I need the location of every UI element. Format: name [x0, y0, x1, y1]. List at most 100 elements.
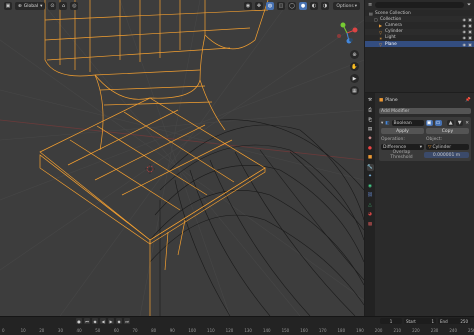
prev-keyframe-icon[interactable]: ◆ [92, 318, 98, 324]
shading-rendered-icon[interactable]: ◑ [321, 2, 329, 10]
outliner-item-label: Plane [385, 41, 397, 47]
shading-material-icon[interactable]: ◐ [310, 2, 318, 10]
frame-tick-label: 170 [318, 328, 327, 333]
current-frame-field[interactable]: 1 [380, 318, 402, 324]
render-camera-icon[interactable]: ▣ [468, 29, 472, 34]
end-frame-field[interactable]: End 250 [438, 318, 470, 324]
frame-tick-label: 30 [57, 328, 63, 333]
jump-start-icon[interactable]: ⏮ [84, 318, 90, 324]
visibility-eye-icon[interactable]: ◉ [463, 42, 467, 47]
add-modifier-dropdown[interactable]: Add Modifier [379, 107, 471, 115]
visibility-eye-icon[interactable]: ◉ [463, 23, 467, 28]
visibility-icon[interactable]: ◉ [244, 2, 252, 10]
collapse-arrow-icon[interactable]: ▾ [381, 121, 383, 126]
move-down-icon[interactable]: ▼ [456, 120, 464, 126]
data-tab-icon[interactable]: △ [367, 202, 374, 209]
shading-solid-icon[interactable]: ● [299, 2, 307, 10]
tool-tab-icon[interactable]: ⚒ [367, 97, 374, 104]
frame-ruler[interactable]: 0 10 20 30 40 50 60 70 80 90 100 110 120 130 140 150 160… [0, 326, 474, 335]
viewport-scene[interactable] [0, 0, 364, 316]
outliner-display-mode-icon[interactable]: ≡ [368, 2, 372, 8]
pin-icon[interactable]: 📌 [465, 98, 471, 103]
add-modifier-label: Add Modifier [381, 108, 410, 114]
overlap-value: 0.000001 m [432, 152, 461, 158]
shading-wireframe-icon[interactable]: ◯ [288, 2, 296, 10]
chevron-down-icon: ▾ [354, 3, 357, 9]
proportional-edit-icon[interactable]: ◎ [70, 2, 79, 10]
object-mode-icon[interactable]: ▣ [4, 2, 12, 10]
visibility-eye-icon[interactable]: ◉ [463, 29, 467, 34]
mesh-icon: ▽ [379, 42, 383, 48]
render-camera-icon[interactable]: ▣ [468, 17, 472, 22]
apply-button[interactable]: Apply [381, 127, 424, 135]
record-icon[interactable]: ● [76, 318, 82, 324]
play-icon[interactable]: ▶ [108, 318, 114, 324]
navigation-gizmo[interactable] [336, 22, 358, 44]
physics-tab-icon[interactable]: ◉ [367, 183, 374, 190]
object-field[interactable]: ▽ Cylinder [426, 143, 469, 151]
overlap-threshold-field[interactable]: 0.000001 m [424, 151, 469, 159]
object-tab-icon[interactable]: ■ [367, 154, 374, 161]
zoom-icon[interactable]: ⊕ [350, 50, 359, 59]
material-tab-icon[interactable]: ◕ [367, 211, 374, 218]
modifier-header: ▾ ◧ Boolean ▣ ▭ ▲ ▼ ✕ [381, 119, 469, 127]
transform-orientation-dropdown[interactable]: ⊕ Global ▾ [15, 2, 46, 10]
modifier-tab-icon[interactable]: 🔧 [366, 163, 374, 171]
frame-tick-label: 40 [76, 328, 82, 333]
ortho-grid-icon[interactable]: ▦ [350, 86, 359, 95]
object-icon: ■ [379, 97, 384, 103]
modifier-name: Boolean [393, 120, 412, 126]
overlays-icon[interactable]: ◍ [266, 2, 274, 10]
render-tab-icon[interactable]: ⎙ [367, 107, 374, 114]
render-camera-icon[interactable]: ▣ [468, 42, 472, 47]
pan-hand-icon[interactable]: ✋ [350, 62, 359, 71]
outliner-item[interactable]: ▽ Plane ◉ ▣ [365, 40, 474, 48]
xray-icon[interactable]: ◫ [277, 2, 285, 10]
visibility-eye-icon[interactable]: ◉ [463, 35, 467, 40]
output-tab-icon[interactable]: ⎗ [367, 116, 374, 123]
close-icon[interactable]: ✕ [465, 121, 469, 126]
visibility-eye-icon[interactable]: ◉ [463, 17, 467, 22]
move-up-icon[interactable]: ▲ [447, 120, 455, 126]
outliner-tree: ▤ Scene Collection ▢ Collection ◉ ▣ ▶ Camera ◉ ▣ ▽… [365, 10, 474, 48]
object-name-label: Plane [385, 97, 398, 103]
3d-cursor-icon[interactable] [145, 164, 155, 174]
filter-icon[interactable]: ⏷ [467, 2, 471, 8]
render-camera-icon[interactable]: ▣ [468, 23, 472, 28]
next-keyframe-icon[interactable]: ◆ [116, 318, 122, 324]
snap-icon[interactable]: ⌂ [59, 2, 68, 10]
collection-icon: ▢ [374, 17, 378, 23]
start-label: Start [406, 318, 416, 324]
3d-viewport[interactable]: ▣ ⊕ Global ▾ ⊙ ⌂ ◎ ◉ ✥ ◍ ◫ ◯ ● ◐ ◑ Optio… [0, 0, 364, 316]
show-in-editmode-icon[interactable]: ▣ [425, 120, 433, 126]
orientation-icon: ⊕ [18, 3, 22, 9]
texture-tab-icon[interactable]: ▩ [367, 221, 374, 228]
outliner-search-input[interactable] [375, 2, 464, 8]
start-frame-field[interactable]: Start 1 [404, 318, 436, 324]
gizmo-toggle-icon[interactable]: ✥ [255, 2, 263, 10]
options-dropdown[interactable]: Options ▾ [333, 2, 360, 10]
frame-tick-label: 90 [169, 328, 175, 333]
add-modifier-row: Add Modifier [379, 107, 471, 115]
world-tab-icon[interactable]: ● [367, 145, 374, 152]
particles-tab-icon[interactable]: ✦ [367, 173, 374, 180]
modifier-properties: ■ Plane 📌 Add Modifier ▾ ◧ Boolean ▣ ▭ ▲… [376, 93, 474, 316]
play-reverse-icon[interactable]: ◀ [100, 318, 106, 324]
modifier-name-field[interactable]: Boolean [391, 119, 424, 127]
jump-end-icon[interactable]: ⏭ [124, 318, 130, 324]
copy-button[interactable]: Copy [426, 127, 469, 135]
properties-tabs: ⚒ ⎙ ⎗ ▤ ◆ ● ■ 🔧 ✦ ◉ ⛓ △ ◕ ▩ [365, 93, 375, 317]
constraints-tab-icon[interactable]: ⛓ [367, 192, 374, 199]
frame-tick-label: 130 [244, 328, 252, 333]
scene-tab-icon[interactable]: ◆ [367, 135, 374, 142]
frame-tick-label: 140 [262, 328, 271, 333]
end-label: End [440, 318, 448, 324]
frame-tick-label: 190 [356, 328, 364, 333]
plane-mesh[interactable] [39, 0, 269, 316]
render-camera-icon[interactable]: ▣ [468, 35, 472, 40]
show-viewport-icon[interactable]: ▭ [434, 120, 442, 126]
pivot-icon[interactable]: ⊙ [48, 2, 57, 10]
frame-tick-label: 100 [188, 328, 197, 333]
view-layer-tab-icon[interactable]: ▤ [367, 126, 374, 133]
camera-view-icon[interactable]: ▶ [350, 74, 359, 83]
